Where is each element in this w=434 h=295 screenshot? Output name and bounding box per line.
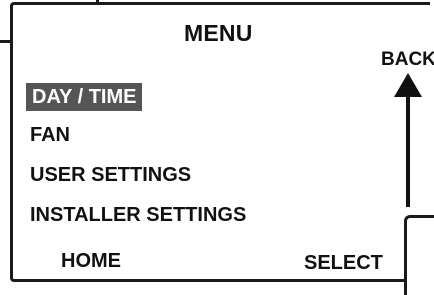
menu-item-day-time[interactable]: DAY / TIME: [26, 83, 143, 111]
menu-item-fan[interactable]: FAN: [30, 125, 70, 145]
menu-item-user-settings[interactable]: USER SETTINGS: [30, 165, 191, 185]
home-softkey[interactable]: HOME: [61, 251, 121, 271]
menu-title: MENU: [184, 20, 253, 46]
up-arrow-icon[interactable]: [393, 73, 423, 207]
device-frame-corner: [404, 215, 434, 295]
back-button-label[interactable]: BACK: [381, 50, 434, 69]
menu-item-installer-settings[interactable]: INSTALLER SETTINGS: [30, 205, 246, 225]
device-frame-top-line: [0, 40, 10, 43]
select-softkey[interactable]: SELECT: [304, 253, 383, 273]
